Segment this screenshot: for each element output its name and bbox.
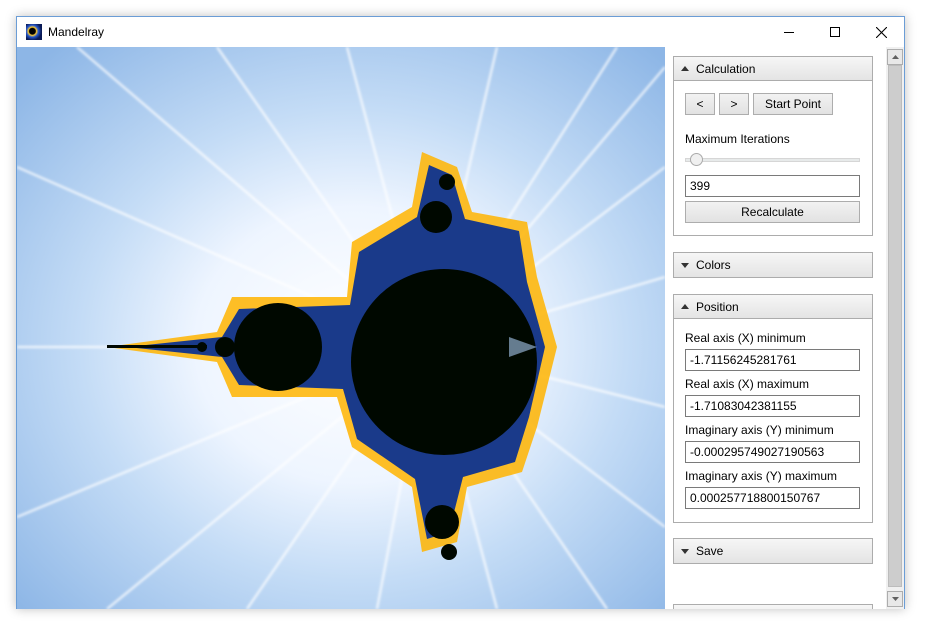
- colors-expander: Colors: [673, 252, 873, 278]
- scroll-up-button[interactable]: [887, 49, 903, 65]
- y-max-label: Imaginary axis (Y) maximum: [685, 469, 838, 483]
- vertical-scrollbar[interactable]: [886, 47, 904, 609]
- mandelbrot-image: [17, 47, 665, 609]
- next-expander-header[interactable]: [674, 605, 872, 609]
- calculation-expander: Calculation < > Start Point Maximum Iter…: [673, 56, 873, 236]
- chevron-down-icon: [674, 539, 696, 563]
- x-min-input[interactable]: -1.71156245281761: [685, 349, 860, 371]
- scroll-down-icon: [891, 597, 899, 601]
- max-iterations-input[interactable]: 399: [685, 175, 860, 197]
- calculation-expander-header[interactable]: Calculation: [674, 57, 872, 81]
- x-max-label: Real axis (X) maximum: [685, 377, 810, 391]
- scroll-up-icon: [891, 55, 899, 59]
- next-expander-partial: [673, 604, 873, 609]
- save-expander-header[interactable]: Save: [674, 539, 872, 563]
- maximize-button[interactable]: [812, 17, 858, 47]
- x-max-input[interactable]: -1.71083042381155: [685, 395, 860, 417]
- mandelbrot-app-icon: [26, 24, 42, 40]
- minimize-button[interactable]: [766, 17, 812, 47]
- colors-expander-header[interactable]: Colors: [674, 253, 872, 277]
- scroll-down-button[interactable]: [887, 591, 903, 607]
- scroll-thumb[interactable]: [888, 65, 902, 587]
- position-header-label: Position: [696, 299, 739, 314]
- position-expander-header[interactable]: Position: [674, 295, 872, 319]
- colors-header-label: Colors: [696, 258, 731, 272]
- y-min-input[interactable]: -0.000295749027190563: [685, 441, 860, 463]
- max-iterations-slider-track[interactable]: [685, 158, 860, 162]
- recalculate-button[interactable]: Recalculate: [685, 201, 860, 223]
- title-bar[interactable]: Mandelray: [17, 17, 904, 47]
- save-header-label: Save: [696, 544, 724, 558]
- app-window: Mandelray Calculation < > Start Point Ma…: [16, 16, 905, 609]
- side-panel: Calculation < > Start Point Maximum Iter…: [665, 47, 886, 609]
- save-expander: Save: [673, 538, 873, 564]
- max-iterations-label: Maximum Iterations: [685, 132, 790, 146]
- start-point-button[interactable]: Start Point: [753, 93, 833, 115]
- y-max-input[interactable]: 0.000257718800150767: [685, 487, 860, 509]
- chevron-up-icon: [674, 295, 696, 319]
- fractal-canvas[interactable]: [17, 47, 665, 609]
- close-button[interactable]: [858, 17, 904, 47]
- close-icon: [875, 26, 887, 38]
- chevron-up-icon: [674, 57, 696, 81]
- window-title: Mandelray: [48, 25, 105, 39]
- calculation-header-label: Calculation: [696, 61, 756, 76]
- next-button[interactable]: >: [719, 93, 749, 115]
- maximize-icon: [830, 27, 840, 37]
- y-min-label: Imaginary axis (Y) minimum: [685, 423, 834, 437]
- previous-button[interactable]: <: [685, 93, 715, 115]
- position-expander: Position Real axis (X) minimum -1.711562…: [673, 294, 873, 523]
- chevron-down-icon: [674, 253, 696, 277]
- max-iterations-slider-thumb[interactable]: [690, 153, 703, 166]
- x-min-label: Real axis (X) minimum: [685, 331, 806, 345]
- minimize-icon: [784, 32, 794, 33]
